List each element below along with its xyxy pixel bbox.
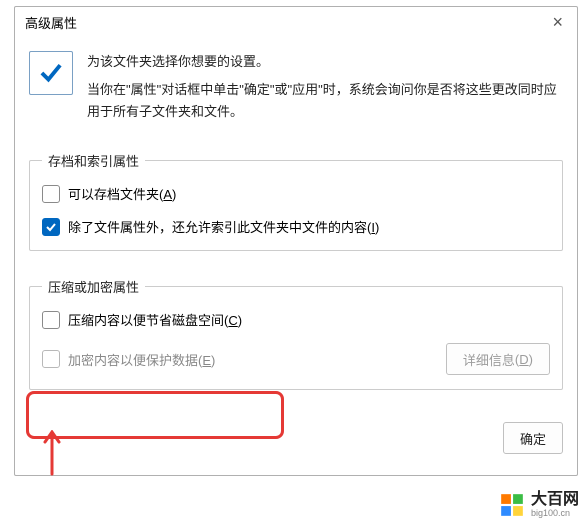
watermark: 大百网 big100.cn xyxy=(499,492,579,518)
watermark-url: big100.cn xyxy=(531,509,579,518)
details-button[interactable]: 详细信息(D) xyxy=(446,343,550,375)
title-bar: 高级属性 × xyxy=(15,7,577,37)
checkmark-icon xyxy=(29,51,73,95)
watermark-title: 大百网 xyxy=(531,492,579,509)
logo-icon xyxy=(499,492,525,518)
close-icon[interactable]: × xyxy=(548,9,567,35)
ok-button[interactable]: 确定 xyxy=(503,422,563,454)
encrypt-checkbox xyxy=(42,350,60,368)
arrow-annotation xyxy=(41,430,63,481)
archive-legend: 存档和索引属性 xyxy=(42,151,145,170)
compress-encrypt-group: 压缩或加密属性 压缩内容以便节省磁盘空间(C) 加密内容以便保护数据(E) 详细… xyxy=(29,277,563,390)
intro-line1: 为该文件夹选择你想要的设置。 xyxy=(87,51,563,73)
dialog-title: 高级属性 xyxy=(25,13,77,32)
encrypt-label: 加密内容以便保护数据(E) xyxy=(68,350,215,369)
index-label: 除了文件属性外，还允许索引此文件夹中文件的内容(I) xyxy=(68,217,379,236)
index-checkbox[interactable] xyxy=(42,218,60,236)
archive-label: 可以存档文件夹(A) xyxy=(68,184,176,203)
compress-checkbox[interactable] xyxy=(42,311,60,329)
archive-checkbox[interactable] xyxy=(42,185,60,203)
compress-encrypt-legend: 压缩或加密属性 xyxy=(42,277,145,296)
compress-label: 压缩内容以便节省磁盘空间(C) xyxy=(68,310,242,329)
intro-line2: 当你在"属性"对话框中单击"确定"或"应用"时，系统会询问你是否将这些更改同时应… xyxy=(87,79,563,123)
advanced-attributes-dialog: 高级属性 × 为该文件夹选择你想要的设置。 当你在"属性"对话框中单击"确定"或… xyxy=(14,6,578,476)
archive-group: 存档和索引属性 可以存档文件夹(A) 除了文件属性外，还允许索引此文件夹中文件的… xyxy=(29,151,563,251)
